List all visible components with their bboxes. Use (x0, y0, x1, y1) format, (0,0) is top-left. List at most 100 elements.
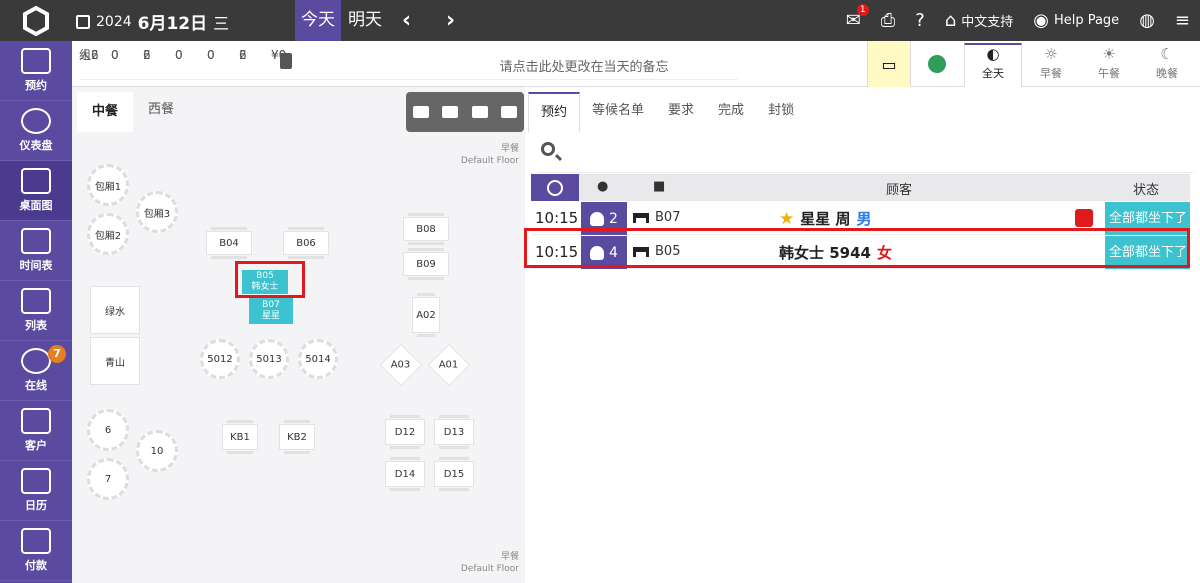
chinese-support-label: 中文支持 (961, 15, 1014, 30)
table-6[interactable]: 6 (87, 409, 129, 451)
table-b08[interactable]: B08 (403, 213, 449, 245)
date-year: 2024 (96, 13, 132, 30)
sidebar-item-label: 列表 (25, 319, 47, 332)
table-kb1[interactable]: KB1 (222, 420, 258, 454)
sidebar-item-dashboard[interactable]: 仪表盘 (0, 101, 72, 161)
table-lvshui[interactable]: 绿水 (90, 286, 140, 334)
table-b06[interactable]: B06 (283, 227, 329, 259)
sort-time-header[interactable] (531, 174, 579, 201)
globe-icon (21, 348, 51, 374)
next-day-button[interactable]: › (446, 8, 455, 33)
print-button[interactable]: ⎙ (881, 10, 895, 31)
sidebar-item-customers[interactable]: 客户 (0, 401, 72, 461)
table-10[interactable]: 10 (136, 430, 178, 472)
reservation-time: 10:15 (535, 209, 579, 227)
mail-button[interactable]: ✉ 1 (846, 4, 869, 31)
table-d15[interactable]: D15 (434, 457, 474, 491)
tab-completed[interactable]: 完成 (706, 92, 756, 132)
table-5012[interactable]: 5012 (200, 339, 240, 379)
tab-chinese-restaurant[interactable]: 中餐 (77, 92, 133, 132)
tab-requests[interactable]: 要求 (656, 92, 706, 132)
table-list-icon (21, 288, 51, 314)
table-icon[interactable] (412, 106, 429, 118)
tab-reservations[interactable]: 预约 (528, 92, 581, 132)
table-room-1[interactable]: 包厢1 (87, 164, 129, 206)
info-bar: 组2 0 2 0 0 2 ¥0 人6 0 6 0 0 6 ¥0 请点击此处更改在… (72, 41, 1200, 87)
settings-icon[interactable] (501, 106, 518, 118)
table-b07[interactable]: B07 星星 (249, 298, 293, 324)
table-5013[interactable]: 5013 (249, 339, 289, 379)
search-bar[interactable] (538, 137, 1195, 173)
help-page-button[interactable]: ◉ Help Page (1033, 10, 1119, 31)
sidebar-item-calendar[interactable]: 日历 (0, 461, 72, 521)
meal-tab-label: 午餐 (1098, 67, 1120, 80)
chinese-support-button[interactable]: ⌂ 中文支持 (945, 10, 1013, 31)
date-picker[interactable]: 2024 6月12日 三 (76, 9, 229, 34)
app-logo[interactable] (0, 0, 72, 41)
floor-name-label: Default Floor (460, 156, 519, 166)
table-room-3[interactable]: 包厢3 (136, 191, 178, 233)
guest-gender: 男 (856, 210, 872, 228)
tab-waitlist[interactable]: 等候名单 (580, 92, 656, 132)
table-d14[interactable]: D14 (385, 457, 425, 491)
sidebar-item-label: 桌面图 (19, 199, 53, 212)
search-icon[interactable] (541, 142, 555, 156)
table-icon[interactable]: ■ (653, 179, 665, 194)
table-d12[interactable]: D12 (385, 415, 425, 449)
meal-tab-lunch[interactable]: ☀ 午餐 (1080, 45, 1138, 87)
person-icon[interactable] (471, 106, 488, 118)
daily-memo[interactable]: 请点击此处更改在当天的备忘 (304, 56, 864, 75)
id-card-icon[interactable] (442, 106, 459, 118)
floorplan-icon (21, 168, 51, 194)
top-bar: 2024 6月12日 三 今天 明天 ‹ › ✉ 1 ⎙ ? ⌂ 中文支持 ◉ … (0, 0, 1200, 41)
online-globe-button[interactable] (915, 41, 959, 87)
prev-day-button[interactable]: ‹ (402, 8, 411, 33)
today-button[interactable]: 今天 (295, 0, 341, 41)
menu-button[interactable]: ≡ (1175, 10, 1190, 31)
tab-blocked[interactable]: 封锁 (756, 92, 806, 132)
sidebar-item-reservation[interactable]: 预约 (0, 41, 72, 101)
top-toolbar: ✉ 1 ⎙ ? ⌂ 中文支持 ◉ Help Page ◍ ≡ (836, 0, 1200, 41)
star-icon: ★ (779, 208, 795, 229)
table-a03[interactable]: A03 (379, 343, 423, 387)
person-icon (590, 211, 605, 226)
sidebar-item-timeline[interactable]: 时间表 (0, 221, 72, 281)
table-a01[interactable]: A01 (427, 343, 471, 387)
table-5014[interactable]: 5014 (298, 339, 338, 379)
table-number: A01 (439, 359, 459, 371)
sidebar-item-payment[interactable]: 付款 (0, 521, 72, 581)
table-kb2[interactable]: KB2 (279, 420, 315, 454)
sidebar-item-label: 时间表 (19, 259, 53, 272)
table-7[interactable]: 7 (87, 458, 129, 500)
table-room-2[interactable]: 包厢2 (87, 213, 129, 255)
sidebar-item-floorplan[interactable]: 桌面图 (0, 161, 72, 221)
meal-tab-label: 早餐 (1040, 67, 1062, 80)
meal-tab-dinner[interactable]: ☾ 晚餐 (1138, 45, 1196, 87)
note-icon[interactable] (280, 53, 292, 69)
sidebar-item-list[interactable]: 列表 (0, 281, 72, 341)
highlight-box-row (524, 228, 1190, 268)
help-button[interactable]: ? (915, 10, 925, 31)
sidebar-item-online[interactable]: 在线 7 (0, 341, 72, 401)
stat-value: 6 (143, 48, 151, 62)
tab-western-restaurant[interactable]: 西餐 (133, 92, 189, 132)
meal-tab-all-day[interactable]: ◐ 全天 (964, 43, 1022, 87)
table-qingshan[interactable]: 青山 (90, 337, 140, 385)
table-b09[interactable]: B09 (403, 248, 449, 280)
printer-icon: ⎙ (880, 10, 896, 31)
projector-button[interactable]: ▭ (867, 41, 911, 87)
floor-meal-label: 早餐 (500, 144, 519, 154)
help-page-label: Help Page (1053, 13, 1120, 28)
table-d13[interactable]: D13 (434, 415, 474, 449)
table-a02[interactable]: A02 (412, 293, 440, 337)
column-header-status[interactable]: 状态 (1133, 179, 1159, 198)
date-month-day: 6月12日 (137, 14, 208, 34)
person-icon[interactable]: ● (597, 179, 608, 194)
sunrise-icon: ☼ (1044, 45, 1058, 63)
credit-card-icon (21, 528, 51, 554)
language-button[interactable]: ◍ (1139, 10, 1155, 31)
meal-tab-breakfast[interactable]: ☼ 早餐 (1022, 45, 1080, 87)
table-b04[interactable]: B04 (206, 227, 252, 259)
tomorrow-button[interactable]: 明天 (343, 0, 387, 41)
column-header-guest[interactable]: 顾客 (886, 179, 912, 198)
